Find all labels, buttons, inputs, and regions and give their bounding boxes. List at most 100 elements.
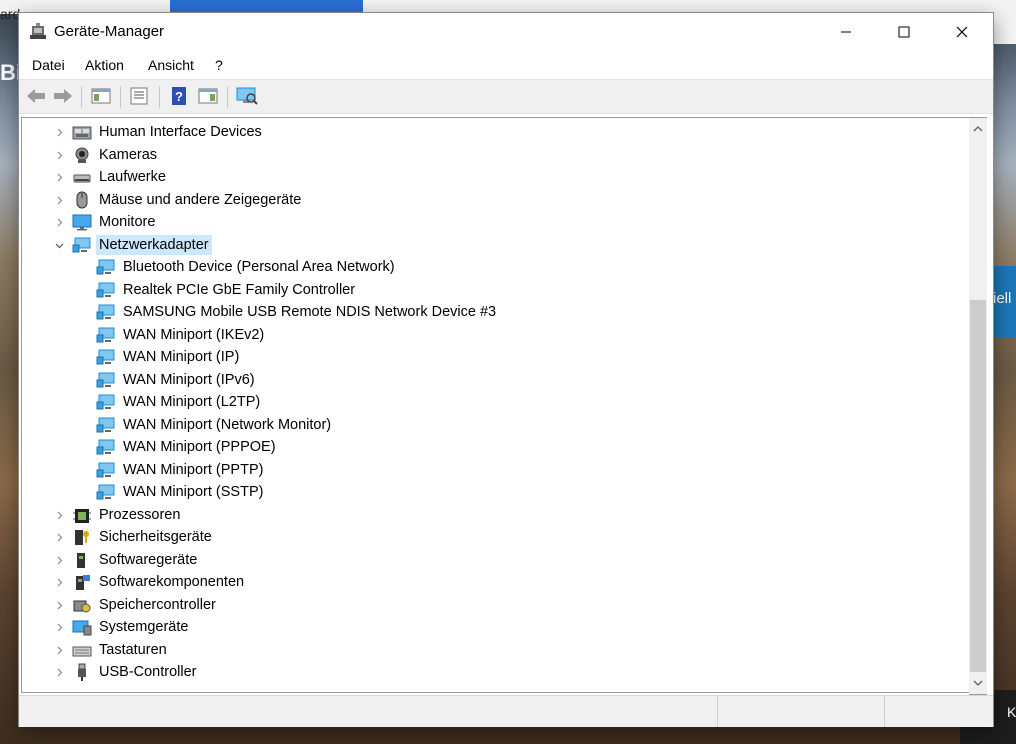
- title-bar[interactable]: Geräte-Manager: [19, 13, 993, 51]
- status-bar-divider: [884, 696, 885, 727]
- maximize-icon: [898, 26, 910, 38]
- tree-category[interactable]: USB-Controller: [22, 661, 962, 683]
- tree-device-item[interactable]: SAMSUNG Mobile USB Remote NDIS Network D…: [22, 301, 962, 323]
- tree-device-item[interactable]: WAN Miniport (L2TP): [22, 391, 962, 413]
- chevron-right-icon[interactable]: [54, 217, 64, 227]
- background-top-left-text: ard: [0, 6, 21, 22]
- scroll-down-arrow-icon[interactable]: [969, 674, 987, 692]
- tree-category[interactable]: Laufwerke: [22, 166, 962, 188]
- chevron-right-icon[interactable]: [54, 195, 64, 205]
- tree-category[interactable]: Speichercontroller: [22, 594, 962, 616]
- maximize-button[interactable]: [875, 13, 933, 51]
- close-icon: [956, 26, 968, 38]
- drive-icon: [73, 174, 91, 183]
- tree-item-label: Netzwerkadapter: [96, 235, 212, 255]
- menu-help[interactable]: ?: [215, 57, 223, 73]
- scroll-up-arrow-icon[interactable]: [969, 120, 987, 138]
- network-adapter-icon: [96, 484, 115, 500]
- back-arrow-icon: [27, 89, 45, 103]
- forward-button[interactable]: [51, 85, 75, 107]
- tree-device-item[interactable]: Realtek PCIe GbE Family Controller: [22, 279, 962, 301]
- help-button[interactable]: ?: [167, 85, 191, 107]
- tree-item-label: Laufwerke: [99, 169, 166, 185]
- background-right-panel: [993, 14, 1016, 44]
- console-tree-button[interactable]: [89, 85, 113, 107]
- svg-text:?: ?: [175, 89, 183, 104]
- monitor-icon: [72, 214, 92, 231]
- background-blue-text: iell: [993, 290, 1012, 307]
- tree-category[interactable]: Tastaturen: [22, 639, 962, 661]
- tree-device-item[interactable]: WAN Miniport (IKEv2): [22, 324, 962, 346]
- tree-device-item[interactable]: WAN Miniport (SSTP): [22, 481, 962, 503]
- tree-category[interactable]: Human Interface Devices: [22, 121, 962, 143]
- security-device-icon: [75, 530, 89, 545]
- network-adapter-icon: [96, 304, 115, 320]
- minimize-button[interactable]: [817, 13, 875, 51]
- tree-device-item[interactable]: WAN Miniport (PPPOE): [22, 436, 962, 458]
- network-adapter-icon: [96, 439, 115, 455]
- help-icon: ?: [172, 87, 186, 105]
- menu-ansicht[interactable]: Ansicht: [148, 57, 194, 73]
- chevron-right-icon[interactable]: [54, 622, 64, 632]
- tree-device-item[interactable]: WAN Miniport (IPv6): [22, 369, 962, 391]
- network-adapter-icon: [72, 237, 91, 253]
- tree-item-label: WAN Miniport (PPPOE): [123, 439, 276, 455]
- tree-category[interactable]: Systemgeräte: [22, 616, 962, 638]
- tree-category[interactable]: Sicherheitsgeräte: [22, 526, 962, 548]
- chevron-right-icon[interactable]: [54, 555, 64, 565]
- system-device-icon: [72, 620, 92, 636]
- chevron-right-icon[interactable]: [54, 667, 64, 677]
- tree-device-item[interactable]: WAN Miniport (IP): [22, 346, 962, 368]
- action-pane-icon: [198, 88, 218, 104]
- toolbar-separator: [120, 86, 121, 108]
- tree-item-label: Softwarekomponenten: [99, 574, 245, 590]
- chevron-right-icon[interactable]: [54, 510, 64, 520]
- tree-item-label: Tastaturen: [99, 642, 167, 658]
- device-manager-app-icon: [30, 23, 46, 39]
- network-adapter-icon: [96, 282, 115, 298]
- chevron-right-icon[interactable]: [54, 172, 64, 182]
- chevron-right-icon[interactable]: [54, 600, 64, 610]
- tree-item-label: Mäuse und andere Zeigegeräte: [99, 192, 302, 208]
- tree-item-label: USB-Controller: [99, 664, 197, 680]
- tree-category[interactable]: Kameras: [22, 144, 962, 166]
- network-adapter-icon: [96, 327, 115, 343]
- tree-category-expanded[interactable]: Netzwerkadapter: [22, 234, 962, 256]
- chevron-right-icon[interactable]: [54, 150, 64, 160]
- tree-device-item[interactable]: WAN Miniport (PPTP): [22, 459, 962, 481]
- toolbar-separator: [159, 86, 160, 108]
- menu-datei[interactable]: Datei: [32, 57, 65, 73]
- device-tree[interactable]: Human Interface Devices Kameras Laufwerke M…: [21, 117, 970, 693]
- toolbar-separator: [81, 86, 82, 108]
- software-device-icon: [77, 553, 85, 568]
- tree-item-label: SAMSUNG Mobile USB Remote NDIS Network D…: [123, 304, 497, 320]
- chevron-down-icon[interactable]: [54, 240, 64, 250]
- mouse-icon: [76, 191, 88, 209]
- action-pane-button[interactable]: [196, 85, 220, 107]
- tree-category[interactable]: Mäuse und andere Zeigegeräte: [22, 189, 962, 211]
- menu-aktion[interactable]: Aktion: [85, 57, 124, 73]
- scrollbar-thumb[interactable]: [970, 300, 986, 672]
- properties-button[interactable]: [127, 85, 151, 107]
- properties-icon: [130, 87, 148, 105]
- processor-icon: [73, 509, 91, 523]
- chevron-right-icon[interactable]: [54, 532, 64, 542]
- keyboard-icon: [72, 646, 92, 657]
- software-component-icon: [76, 575, 90, 590]
- tree-item-label: Human Interface Devices: [99, 124, 262, 140]
- tree-device-item[interactable]: Bluetooth Device (Personal Area Network): [22, 256, 962, 278]
- chevron-right-icon[interactable]: [54, 127, 64, 137]
- close-button[interactable]: [933, 13, 991, 51]
- tree-category[interactable]: Monitore: [22, 211, 962, 233]
- back-button[interactable]: [24, 85, 48, 107]
- minimize-icon: [841, 31, 851, 33]
- chevron-right-icon[interactable]: [54, 577, 64, 587]
- chevron-right-icon[interactable]: [54, 645, 64, 655]
- tree-category[interactable]: Softwaregeräte: [22, 549, 962, 571]
- scan-hardware-button[interactable]: [235, 85, 259, 107]
- tree-category[interactable]: Prozessoren: [22, 504, 962, 526]
- tree-item-label: WAN Miniport (PPTP): [123, 462, 264, 478]
- tree-category[interactable]: Softwarekomponenten: [22, 571, 962, 593]
- tree-device-item[interactable]: WAN Miniport (Network Monitor): [22, 414, 962, 436]
- vertical-scrollbar[interactable]: [969, 117, 987, 695]
